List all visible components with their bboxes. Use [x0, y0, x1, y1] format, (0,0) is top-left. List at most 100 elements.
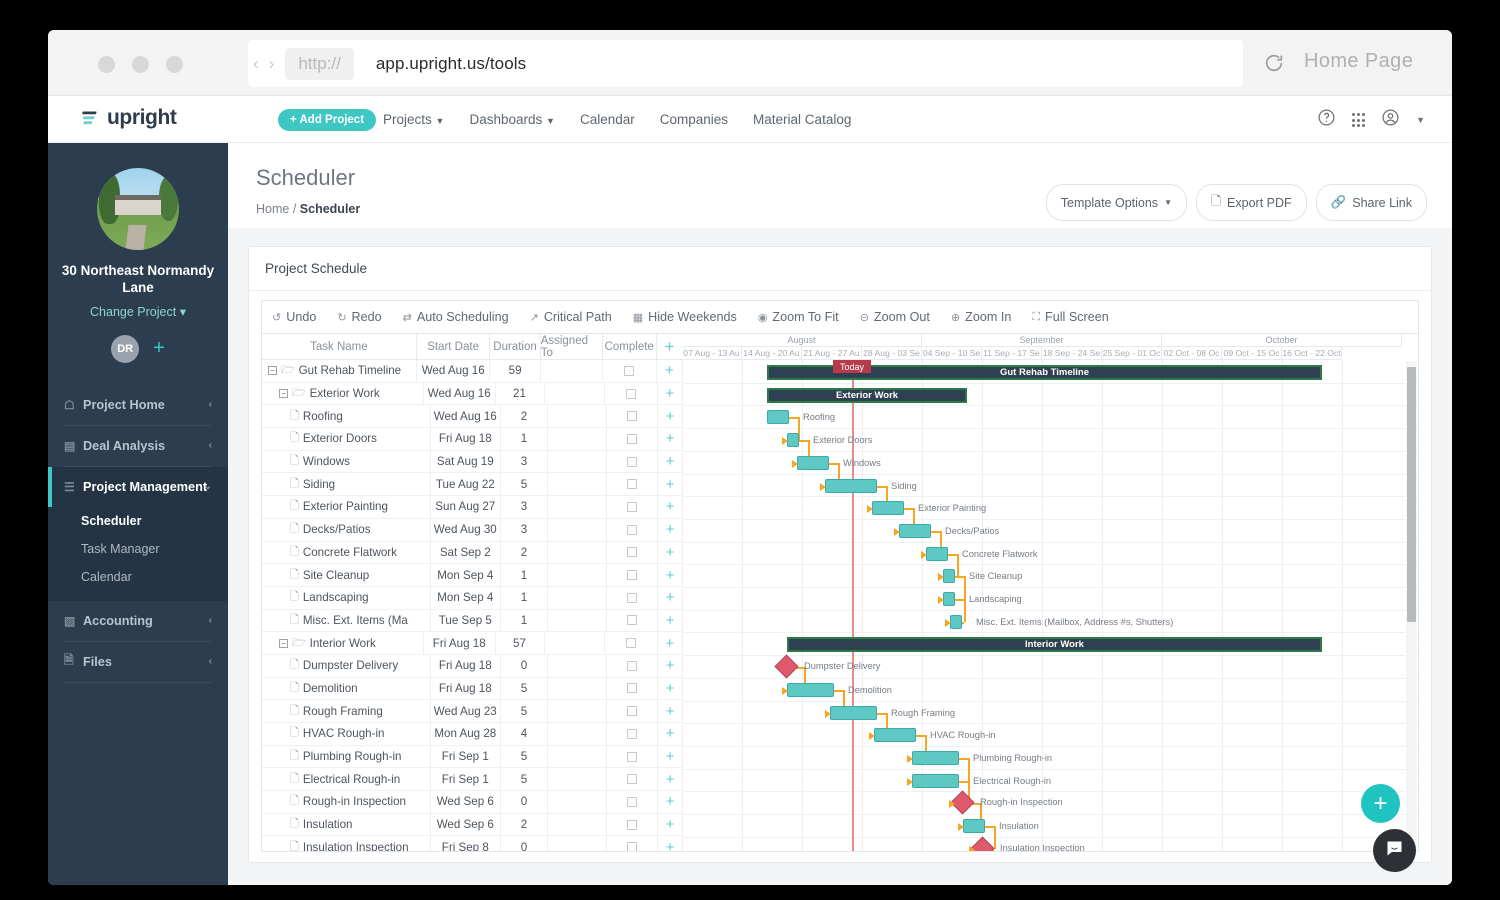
gantt-task-bar[interactable]: [950, 614, 962, 629]
cell-assigned-to[interactable]: [548, 836, 607, 851]
cell-duration[interactable]: 3: [501, 450, 549, 473]
brand-logo[interactable]: upright: [81, 106, 177, 130]
add-row-button[interactable]: +: [658, 791, 682, 813]
add-row-button[interactable]: +: [658, 723, 682, 745]
reload-icon[interactable]: [1263, 52, 1285, 74]
cell-duration[interactable]: 5: [501, 768, 549, 791]
table-row[interactable]: 🗋 Windows Sat Aug 19 3 +: [262, 450, 682, 474]
gantt-task-bar[interactable]: [830, 705, 877, 720]
cell-duration[interactable]: 3: [501, 518, 549, 541]
close-window-dot[interactable]: [98, 56, 115, 73]
complete-checkbox[interactable]: [627, 751, 638, 762]
cell-duration[interactable]: 3: [501, 496, 549, 518]
sidebar-item-deal-analysis[interactable]: ▤ Deal Analysis ‹: [48, 426, 228, 466]
gantt-task-bar[interactable]: [963, 819, 985, 833]
cell-start-date[interactable]: Wed Aug 30: [431, 518, 501, 541]
complete-checkbox[interactable]: [627, 524, 638, 535]
cell-complete[interactable]: [607, 768, 659, 791]
gantt-task-bar[interactable]: [912, 773, 959, 788]
cell-task-name[interactable]: 🗋 Exterior Painting: [284, 496, 431, 518]
minimize-window-dot[interactable]: [132, 56, 149, 73]
gantt-plot-area[interactable]: Gut Rehab Timeline Exterior Work Roofing Ex…: [682, 360, 1418, 851]
cell-start-date[interactable]: Fri Aug 18: [424, 632, 496, 654]
complete-checkbox[interactable]: [627, 456, 638, 467]
cell-complete[interactable]: [605, 632, 658, 654]
complete-checkbox[interactable]: [627, 433, 638, 444]
cell-task-name[interactable]: 🗋 Site Cleanup: [284, 564, 431, 586]
gantt-summary-bar[interactable]: Exterior Work: [767, 387, 967, 403]
nav-item-companies[interactable]: Companies: [660, 112, 728, 127]
account-chevron-down-icon[interactable]: ▼: [1416, 115, 1425, 125]
complete-checkbox[interactable]: [627, 728, 638, 739]
cell-task-name[interactable]: 🗋 Windows: [284, 450, 431, 473]
forward-icon[interactable]: ›: [264, 54, 280, 74]
cell-duration[interactable]: 59: [490, 360, 541, 382]
table-row[interactable]: 🗋 Insulation Wed Sep 6 2 +: [262, 813, 682, 837]
add-row-button[interactable]: +: [658, 383, 682, 405]
nav-item-dashboards[interactable]: Dashboards ▼: [469, 112, 554, 127]
column-duration[interactable]: Duration: [490, 334, 541, 360]
cell-task-name[interactable]: − 🗁 Exterior Work: [273, 382, 424, 405]
cell-duration[interactable]: 5: [501, 745, 549, 768]
toolbar-critical-path-button[interactable]: ↗ Critical Path: [530, 310, 612, 324]
table-row[interactable]: 🗋 Insulation Inspection Fri Sep 8 0 +: [262, 836, 682, 851]
cell-task-name[interactable]: − 🗁 Gut Rehab Timeline: [262, 360, 417, 382]
template-options-button[interactable]: Template Options ▼: [1045, 184, 1187, 221]
add-project-button[interactable]: + Add Project: [278, 109, 377, 131]
cell-assigned-to[interactable]: [548, 473, 607, 496]
cell-duration[interactable]: 57: [496, 632, 545, 654]
complete-checkbox[interactable]: [627, 411, 638, 422]
toolbar-redo-button[interactable]: ↻ Redo: [337, 310, 381, 324]
scrollbar-thumb[interactable]: [1407, 367, 1416, 622]
gantt-task-bar[interactable]: [943, 569, 955, 584]
cell-complete[interactable]: [607, 405, 659, 428]
cell-start-date[interactable]: Mon Sep 4: [431, 586, 501, 609]
table-row[interactable]: 🗋 Plumbing Rough-in Fri Sep 1 5 +: [262, 745, 682, 769]
cell-task-name[interactable]: 🗋 Roofing: [284, 405, 431, 428]
cell-task-name[interactable]: 🗋 HVAC Rough-in: [284, 723, 431, 745]
cell-complete[interactable]: [607, 473, 659, 496]
complete-checkbox[interactable]: [627, 774, 638, 785]
cell-start-date[interactable]: Wed Sep 6: [431, 791, 501, 813]
cell-duration[interactable]: 2: [501, 541, 549, 564]
add-row-button[interactable]: +: [658, 836, 682, 851]
nav-item-calendar[interactable]: Calendar: [580, 112, 635, 127]
cell-task-name[interactable]: 🗋 Electrical Rough-in: [284, 768, 431, 791]
gantt-task-bar[interactable]: [943, 592, 955, 606]
cell-complete[interactable]: [607, 450, 659, 473]
cell-start-date[interactable]: Wed Aug 16: [424, 382, 496, 405]
complete-checkbox[interactable]: [627, 479, 638, 490]
avatar[interactable]: DR: [111, 334, 140, 363]
gantt-task-bar[interactable]: [926, 546, 948, 561]
cell-task-name[interactable]: − 🗁 Interior Work: [273, 632, 424, 654]
gantt-task-bar[interactable]: [912, 750, 959, 765]
cell-complete[interactable]: [607, 677, 659, 700]
cell-duration[interactable]: 5: [501, 473, 549, 496]
column-complete[interactable]: Complete: [603, 334, 657, 360]
cell-assigned-to[interactable]: [548, 654, 607, 677]
cell-complete[interactable]: [607, 700, 659, 722]
complete-checkbox[interactable]: [627, 683, 638, 694]
table-row[interactable]: 🗋 Decks/Patios Wed Aug 30 3 +: [262, 518, 682, 542]
collapse-toggle-icon[interactable]: −: [279, 638, 288, 648]
add-row-button[interactable]: +: [658, 564, 682, 586]
complete-checkbox[interactable]: [627, 570, 638, 581]
table-row[interactable]: 🗋 Siding Tue Aug 22 5 +: [262, 473, 682, 497]
add-row-button[interactable]: +: [658, 473, 682, 495]
cell-start-date[interactable]: Fri Aug 18: [431, 428, 501, 450]
sidebar-item-project-management[interactable]: ☰ Project Management ⌄: [48, 466, 228, 507]
gantt-task-bar[interactable]: [767, 410, 789, 425]
gantt-timeline-pane[interactable]: August September October 07 Aug - 13 Au 14 …: [682, 334, 1418, 851]
cell-start-date[interactable]: Sun Aug 27: [431, 496, 501, 518]
cell-assigned-to[interactable]: [548, 518, 607, 541]
cell-assigned-to[interactable]: [548, 428, 607, 450]
breadcrumb-home[interactable]: Home: [256, 202, 289, 216]
cell-assigned-to[interactable]: [545, 632, 605, 654]
cell-task-name[interactable]: 🗋 Concrete Flatwork: [284, 541, 431, 564]
nav-item-material-catalog[interactable]: Material Catalog: [753, 112, 851, 127]
table-row[interactable]: − 🗁 Gut Rehab Timeline Wed Aug 16 59 +: [262, 360, 682, 383]
cell-assigned-to[interactable]: [548, 677, 607, 700]
table-row[interactable]: 🗋 Exterior Doors Fri Aug 18 1 +: [262, 428, 682, 451]
complete-checkbox[interactable]: [627, 842, 638, 851]
cell-duration[interactable]: 1: [501, 609, 549, 632]
